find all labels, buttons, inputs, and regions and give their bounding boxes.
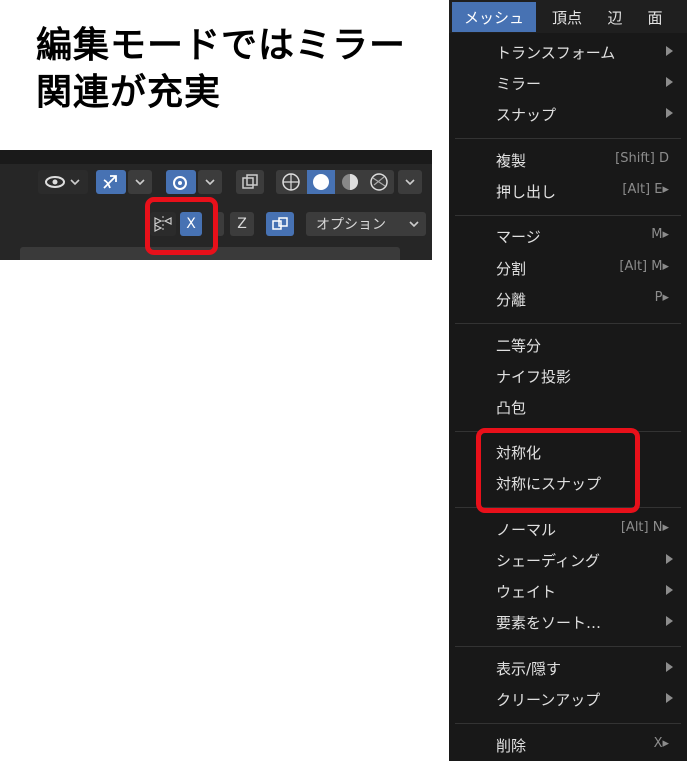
menu-item-shortcut: X▸ [653,736,669,751]
wireframe-icon [282,173,300,191]
menubar: メッシュ 頂点 辺 面 [449,0,687,33]
menu-item-split[interactable]: 分割 [Alt] M▸ [449,254,687,284]
caption-line-2: 関連が充実 [36,72,222,113]
overlay-dropdown[interactable] [198,170,222,194]
menu-item-label: ノーマル [496,521,557,539]
options-dropdown[interactable]: オプション [306,212,426,236]
menu-item-convex-hull[interactable]: 凸包 [449,393,687,423]
menu-item-merge[interactable]: マージ M▸ [449,222,687,252]
menu-item-label: 押し出し [496,183,557,201]
eye-icon [45,176,80,188]
gizmo-dropdown[interactable] [128,170,152,194]
xray-icon [242,174,258,189]
chevron-down-icon [205,179,215,186]
menu-item-label: 表示/隠す [496,660,562,678]
mesh-menu-panel: メッシュ 頂点 辺 面 トランスフォーム ミラー スナップ 複製 [Shift]… [449,0,687,761]
menu-separator [455,723,681,724]
menu-item-sort-elements[interactable]: 要素をソート… [449,608,687,638]
menu-item-show-hide[interactable]: 表示/隠す [449,654,687,684]
topology-mirror-icon [272,217,288,230]
menu-item-duplicate[interactable]: 複製 [Shift] D [449,146,687,176]
submenu-arrow-icon [666,554,673,564]
menu-item-extrude[interactable]: 押し出し [Alt] E▸ [449,177,687,207]
options-label: オプション [316,217,386,233]
highlight-mirror-x [145,197,218,255]
submenu-arrow-icon [666,585,673,595]
rendered-icon [370,173,388,191]
chevron-down-icon [405,179,415,186]
menu-item-label: 凸包 [496,399,527,417]
menu-item-shortcut: [Alt] N▸ [620,520,669,535]
chevron-down-icon [135,179,145,186]
menu-item-snap[interactable]: スナップ [449,100,687,130]
menu-item-label: 分離 [496,291,527,309]
submenu-arrow-icon [666,77,673,87]
gizmo-icon [103,175,117,189]
chevron-down-icon [409,221,419,228]
header-toolbar [0,150,432,200]
caption: 編集モードではミラー 関連が充実 [36,22,406,116]
menu-item-bisect[interactable]: 二等分 [449,331,687,361]
overlay-toggle[interactable] [166,170,196,194]
menu-item-shortcut: [Shift] D [615,151,669,166]
menu-item-label: マージ [496,228,541,246]
caption-line-1: 編集モードではミラー [36,25,407,66]
menu-item-label: 要素をソート… [496,614,602,632]
overlay-icon [173,176,187,190]
shading-mode-group [276,170,394,194]
menu-item-label: スナップ [496,106,557,124]
menu-separator [455,646,681,647]
menu-item-clean-up[interactable]: クリーンアップ [449,685,687,715]
gizmo-toggle[interactable] [96,170,126,194]
menu-item-delete[interactable]: 削除 X▸ [449,731,687,761]
menu-item-separate[interactable]: 分離 P▸ [449,285,687,315]
highlight-symmetry-items [476,428,640,513]
visibility-dropdown[interactable] [38,170,88,194]
menubar-vertex[interactable]: 頂点 [539,2,595,32]
menu-separator [455,323,681,324]
menu-item-label: ミラー [496,75,542,93]
menu-item-label: シェーディング [496,552,600,570]
menubar-mesh[interactable]: メッシュ [452,2,536,32]
menu-item-label: クリーンアップ [496,691,601,709]
menu-item-mirror[interactable]: ミラー [449,69,687,99]
menu-separator [455,138,681,139]
menubar-edge[interactable]: 辺 [597,2,633,32]
shading-icons [282,170,388,194]
menu-item-weights[interactable]: ウェイト [449,577,687,607]
menu-item-transform[interactable]: トランスフォーム [449,38,687,68]
menu-item-label: ウェイト [496,583,557,601]
menu-item-normals[interactable]: ノーマル [Alt] N▸ [449,515,687,545]
submenu-arrow-icon [666,662,673,672]
material-preview-icon [342,174,358,190]
menu-item-knife-project[interactable]: ナイフ投影 [449,362,687,392]
menu-item-label: 削除 [496,737,527,755]
shading-dropdown[interactable] [398,170,422,194]
submenu-arrow-icon [666,616,673,626]
menu-item-label: 二等分 [496,337,542,355]
menu-item-shortcut: P▸ [654,290,669,305]
menu-item-label: ナイフ投影 [496,368,572,386]
menu-item-shortcut: [Alt] M▸ [619,259,669,274]
menubar-face[interactable]: 面 [637,2,673,32]
menu-item-shading[interactable]: シェーディング [449,546,687,576]
menu-item-shortcut: [Alt] E▸ [622,182,669,197]
mirror-z-toggle[interactable]: Z [230,212,254,236]
menu-item-label: 複製 [496,152,527,170]
menu-separator [455,215,681,216]
menu-item-label: 分割 [496,260,527,278]
submenu-arrow-icon [666,108,673,118]
xray-toggle[interactable] [236,170,264,194]
solid-icon [313,174,329,190]
menu-item-shortcut: M▸ [651,227,669,242]
menu-item-label: トランスフォーム [496,44,616,62]
submenu-arrow-icon [666,46,673,56]
topology-mirror-toggle[interactable] [266,212,294,236]
submenu-arrow-icon [666,693,673,703]
